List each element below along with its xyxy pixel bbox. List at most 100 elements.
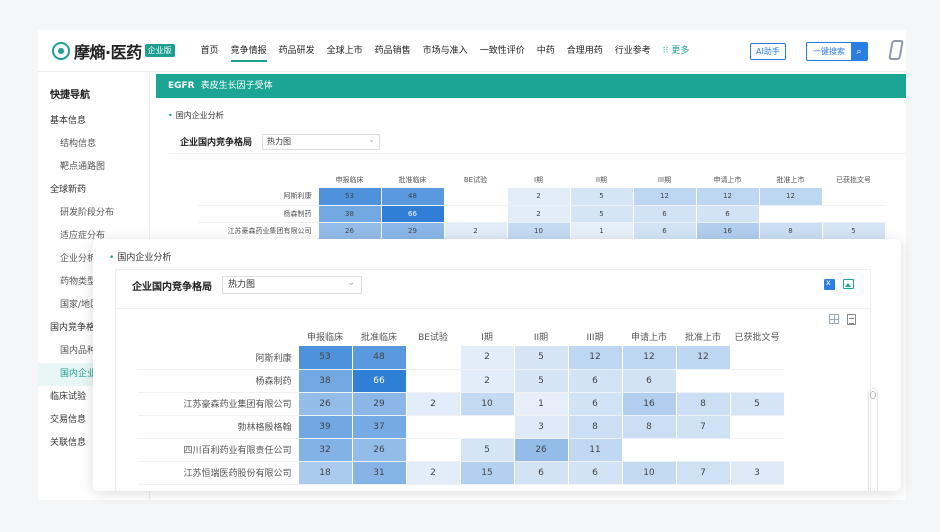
sidebar-item-2[interactable]: 靶点通路图 bbox=[38, 156, 149, 179]
panel-heat-cell[interactable] bbox=[676, 438, 731, 462]
panel-heat-cell[interactable]: 6 bbox=[568, 461, 623, 485]
panel-heat-cell[interactable]: 5 bbox=[460, 438, 515, 462]
panel-heat-cell[interactable]: 3 bbox=[730, 461, 785, 485]
search-icon[interactable]: ⌕ bbox=[851, 43, 867, 60]
panel-view-select[interactable]: 热力图 bbox=[222, 275, 362, 294]
panel-heat-cell[interactable] bbox=[730, 369, 785, 393]
menu-item-0[interactable]: 首页 bbox=[201, 39, 219, 62]
bg-heat-cell[interactable]: 6 bbox=[696, 205, 760, 223]
panel-heat-cell[interactable]: 12 bbox=[676, 346, 731, 370]
bg-heat-cell[interactable] bbox=[444, 188, 508, 206]
menu-item-5[interactable]: 市场与准入 bbox=[423, 39, 468, 62]
document-icon[interactable] bbox=[847, 314, 856, 325]
bg-heat-cell[interactable]: 5 bbox=[822, 222, 886, 240]
panel-heat-cell[interactable]: 38 bbox=[298, 369, 353, 393]
panel-heat-cell[interactable]: 6 bbox=[568, 392, 623, 416]
bg-heat-cell[interactable] bbox=[822, 188, 886, 206]
panel-heat-cell[interactable]: 2 bbox=[460, 346, 515, 370]
panel-heat-cell[interactable]: 16 bbox=[622, 392, 677, 416]
bg-heat-cell[interactable]: 2 bbox=[444, 222, 508, 240]
panel-heat-cell[interactable]: 31 bbox=[352, 461, 407, 485]
panel-heat-cell[interactable] bbox=[622, 438, 677, 462]
panel-heat-cell[interactable]: 53 bbox=[298, 346, 353, 370]
panel-heat-cell[interactable]: 26 bbox=[352, 438, 407, 462]
panel-heat-cell[interactable]: 11 bbox=[568, 438, 623, 462]
bg-heat-cell[interactable]: 26 bbox=[318, 222, 382, 240]
menu-item-3[interactable]: 全球上市 bbox=[327, 39, 363, 62]
panel-heat-cell[interactable]: 5 bbox=[730, 392, 785, 416]
panel-heat-cell[interactable]: 6 bbox=[622, 369, 677, 393]
sidebar-item-4[interactable]: 研发阶段分布 bbox=[38, 202, 149, 225]
bg-heat-cell[interactable]: 1 bbox=[570, 222, 634, 240]
panel-heat-cell[interactable]: 29 bbox=[352, 392, 407, 416]
panel-heat-cell[interactable]: 7 bbox=[676, 415, 731, 439]
panel-heat-cell[interactable]: 5 bbox=[514, 346, 569, 370]
bg-heat-cell[interactable] bbox=[444, 205, 508, 223]
panel-heat-cell[interactable]: 12 bbox=[568, 346, 623, 370]
panel-heat-cell[interactable]: 5 bbox=[514, 369, 569, 393]
panel-heat-cell[interactable]: 26 bbox=[514, 438, 569, 462]
panel-heat-cell[interactable]: 10 bbox=[460, 392, 515, 416]
bg-heat-cell[interactable]: 5 bbox=[570, 205, 634, 223]
excel-export-icon[interactable] bbox=[824, 278, 835, 290]
panel-heat-cell[interactable] bbox=[730, 415, 785, 439]
bg-heat-cell[interactable]: 16 bbox=[696, 222, 760, 240]
panel-heat-cell[interactable] bbox=[676, 369, 731, 393]
panel-heat-cell[interactable]: 8 bbox=[622, 415, 677, 439]
panel-heat-cell[interactable] bbox=[406, 346, 461, 370]
vertical-scrollbar[interactable] bbox=[868, 388, 878, 491]
quick-search[interactable]: 一键搜索 ⌕ bbox=[806, 42, 868, 61]
bg-heat-cell[interactable]: 66 bbox=[381, 205, 445, 223]
bg-heat-cell[interactable]: 12 bbox=[696, 188, 760, 206]
bg-heat-cell[interactable] bbox=[759, 205, 823, 223]
logo[interactable]: 摩熵·医药 企业版 bbox=[52, 39, 175, 63]
sidebar-item-0[interactable]: 基本信息 bbox=[38, 110, 149, 133]
menu-item-10[interactable]: ⁝⁝ 更多 bbox=[663, 39, 690, 62]
panel-heat-cell[interactable]: 2 bbox=[406, 392, 461, 416]
panel-heat-cell[interactable] bbox=[460, 415, 515, 439]
panel-heat-cell[interactable]: 8 bbox=[568, 415, 623, 439]
sidebar-item-1[interactable]: 结构信息 bbox=[38, 133, 149, 156]
menu-item-7[interactable]: 中药 bbox=[537, 39, 555, 62]
panel-heat-cell[interactable]: 12 bbox=[622, 346, 677, 370]
panel-heat-cell[interactable]: 32 bbox=[298, 438, 353, 462]
panel-heat-cell[interactable]: 6 bbox=[568, 369, 623, 393]
panel-heat-cell[interactable] bbox=[406, 369, 461, 393]
grid-view-icon[interactable] bbox=[829, 314, 839, 324]
ai-assistant-button[interactable]: AI助手 bbox=[750, 43, 786, 60]
image-export-icon[interactable] bbox=[843, 279, 854, 289]
bg-heat-cell[interactable]: 8 bbox=[759, 222, 823, 240]
sidebar-item-3[interactable]: 全球新药 bbox=[38, 179, 149, 202]
bg-heat-cell[interactable]: 5 bbox=[570, 188, 634, 206]
bg-heat-cell[interactable]: 53 bbox=[318, 188, 382, 206]
bg-heat-cell[interactable]: 6 bbox=[633, 205, 697, 223]
panel-heat-cell[interactable] bbox=[730, 346, 785, 370]
bg-heat-cell[interactable]: 12 bbox=[759, 188, 823, 206]
panel-heat-cell[interactable]: 37 bbox=[352, 415, 407, 439]
bg-heat-cell[interactable]: 10 bbox=[507, 222, 571, 240]
panel-heat-cell[interactable]: 2 bbox=[406, 461, 461, 485]
panel-heat-cell[interactable]: 26 bbox=[298, 392, 353, 416]
panel-heat-cell[interactable] bbox=[406, 415, 461, 439]
bg-heat-cell[interactable]: 6 bbox=[633, 222, 697, 240]
menu-item-2[interactable]: 药品研发 bbox=[279, 39, 315, 62]
panel-heat-cell[interactable]: 3 bbox=[514, 415, 569, 439]
panel-heat-cell[interactable]: 48 bbox=[352, 346, 407, 370]
bg-heat-cell[interactable] bbox=[822, 205, 886, 223]
bg-heat-cell[interactable]: 48 bbox=[381, 188, 445, 206]
menu-item-4[interactable]: 药品销售 bbox=[375, 39, 411, 62]
menu-item-9[interactable]: 行业参考 bbox=[615, 39, 651, 62]
panel-heat-cell[interactable]: 15 bbox=[460, 461, 515, 485]
menu-item-1[interactable]: 竞争情报 bbox=[230, 39, 267, 62]
panel-heat-cell[interactable] bbox=[406, 438, 461, 462]
panel-heat-cell[interactable]: 10 bbox=[622, 461, 677, 485]
panel-heat-cell[interactable] bbox=[730, 438, 785, 462]
panel-heat-cell[interactable]: 39 bbox=[298, 415, 353, 439]
panel-heat-cell[interactable]: 8 bbox=[676, 392, 731, 416]
bg-heat-cell[interactable]: 29 bbox=[381, 222, 445, 240]
panel-heat-cell[interactable]: 1 bbox=[514, 392, 569, 416]
user-menu-icon[interactable] bbox=[888, 40, 904, 60]
bg-heat-cell[interactable]: 12 bbox=[633, 188, 697, 206]
panel-heat-cell[interactable]: 2 bbox=[460, 369, 515, 393]
bg-heat-cell[interactable]: 38 bbox=[318, 205, 382, 223]
